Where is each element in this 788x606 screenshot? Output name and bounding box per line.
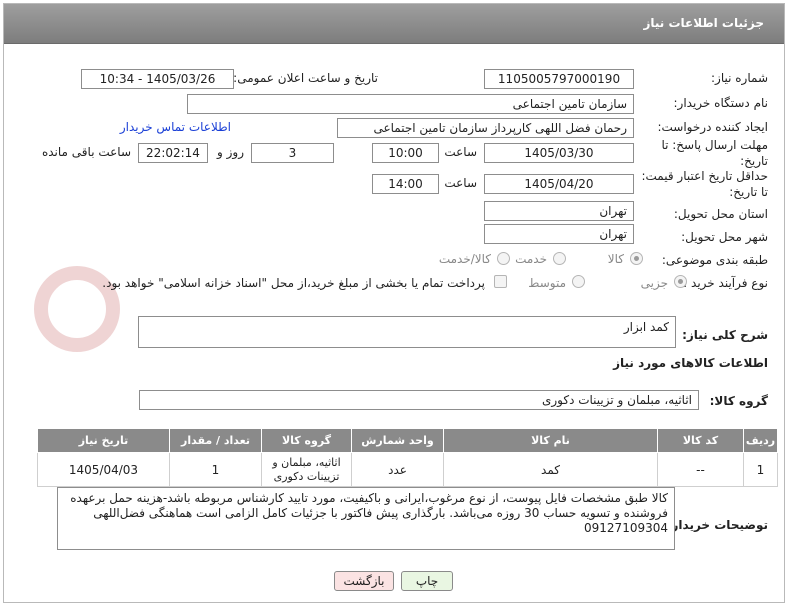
category-radio-service[interactable] xyxy=(553,252,566,265)
cell-row: 1 xyxy=(743,452,778,487)
goods-table-header: ردیف کد کالا نام کالا واحد شمارش گروه کا… xyxy=(37,428,778,453)
treasury-payment-checkbox[interactable] xyxy=(494,275,507,288)
description-field: کمد ابزار xyxy=(138,316,676,348)
col-name: نام کالا xyxy=(443,428,658,453)
back-button[interactable]: بازگشت xyxy=(334,571,394,591)
category-option-goods: کالا xyxy=(607,252,624,266)
price-validity-label-line1: حداقل تاریخ اعتبار قیمت: xyxy=(641,169,768,183)
price-date-field: 1405/04/20 xyxy=(484,174,634,194)
price-time-label: ساعت xyxy=(444,176,477,190)
deadline-label-line1: مهلت ارسال پاسخ: تا xyxy=(661,138,768,152)
buyer-notes-field: کالا طبق مشخصات فایل پیوست، از نوع مرغوب… xyxy=(57,487,675,550)
goods-section-title: اطلاعات کالاهای مورد نیاز xyxy=(613,356,768,370)
category-option-service: خدمت xyxy=(515,252,547,266)
category-radio-goods-service[interactable] xyxy=(497,252,510,265)
deadline-date-field: 1405/03/30 xyxy=(484,143,634,163)
description-label: شرح کلی نیاز: xyxy=(682,328,768,342)
remaining-label: ساعت باقی مانده xyxy=(41,145,131,159)
page-header: جزئیات اطلاعات نیاز xyxy=(4,4,784,44)
print-button[interactable]: چاپ xyxy=(401,571,453,591)
col-need-date: تاریخ نیاز xyxy=(37,428,170,453)
need-number-label: شماره نیاز: xyxy=(711,71,768,85)
days-count-field: 3 xyxy=(251,143,334,163)
goods-group-field: اثاثیه، مبلمان و تزیینات دکوری xyxy=(139,390,699,410)
col-quantity: تعداد / مقدار xyxy=(169,428,262,453)
process-option-medium: متوسط xyxy=(528,276,566,290)
goods-table: ردیف کد کالا نام کالا واحد شمارش گروه کا… xyxy=(37,428,778,487)
deadline-time-label: ساعت xyxy=(444,145,477,159)
cell-quantity: 1 xyxy=(169,452,262,487)
city-label: شهر محل تحویل: xyxy=(681,230,768,244)
contact-info-link[interactable]: اطلاعات تماس خریدار xyxy=(120,120,231,134)
table-row: 1 -- کمد عدد اثاثیه، مبلمان و تزیینات دک… xyxy=(37,452,778,487)
need-number-field: 1105005797000190 xyxy=(484,69,634,89)
col-group: گروه کالا xyxy=(261,428,352,453)
category-option-goods-service: کالا/خدمت xyxy=(438,252,491,266)
announce-label: تاریخ و ساعت اعلان عمومی: xyxy=(233,71,378,85)
province-label: استان محل تحویل: xyxy=(673,207,768,221)
creator-label: ایجاد کننده درخواست: xyxy=(657,120,768,134)
price-time-field: 14:00 xyxy=(372,174,439,194)
city-field: تهران xyxy=(484,224,634,244)
col-unit: واحد شمارش xyxy=(351,428,444,453)
category-label: طبقه بندی موضوعی: xyxy=(661,253,768,267)
buyer-org-field: سازمان تامین اجتماعی xyxy=(187,94,634,114)
need-details-window: جزئیات اطلاعات نیاز شماره نیاز: 11050057… xyxy=(3,3,785,603)
price-validity-label-line2: تا تاریخ: xyxy=(729,185,768,199)
deadline-time-field: 10:00 xyxy=(372,143,439,163)
process-option-minor: جزیی xyxy=(640,276,668,290)
page-title: جزئیات اطلاعات نیاز xyxy=(643,16,764,30)
cell-code: -- xyxy=(657,452,744,487)
cell-unit: عدد xyxy=(351,452,444,487)
creator-field: رحمان فضل اللهی کارپرداز سازمان تامین اج… xyxy=(337,118,634,138)
buyer-notes-label: توضیحات خریدار: xyxy=(666,518,768,532)
province-field: تهران xyxy=(484,201,634,221)
buyer-org-label: نام دستگاه خریدار: xyxy=(673,96,769,110)
deadline-label-line2: تاریخ: xyxy=(740,154,768,168)
cell-name: کمد xyxy=(443,452,658,487)
announce-field: 1405/03/26 - 10:34 xyxy=(81,69,234,89)
process-label: نوع فرآیند خرید : xyxy=(683,276,768,290)
days-label: روز و xyxy=(217,145,244,159)
process-radio-medium[interactable] xyxy=(572,275,585,288)
remaining-time-field: 22:02:14 xyxy=(138,143,208,163)
category-radio-goods[interactable] xyxy=(630,252,643,265)
process-radio-minor[interactable] xyxy=(674,275,687,288)
cell-need-date: 1405/04/03 xyxy=(37,452,170,487)
cell-group: اثاثیه، مبلمان و تزیینات دکوری xyxy=(261,452,352,487)
treasury-payment-note: پرداخت تمام یا بخشی از مبلغ خرید،از محل … xyxy=(102,276,485,290)
goods-group-label: گروه کالا: xyxy=(709,394,768,408)
col-code: کد کالا xyxy=(657,428,744,453)
col-row: ردیف xyxy=(743,428,778,453)
